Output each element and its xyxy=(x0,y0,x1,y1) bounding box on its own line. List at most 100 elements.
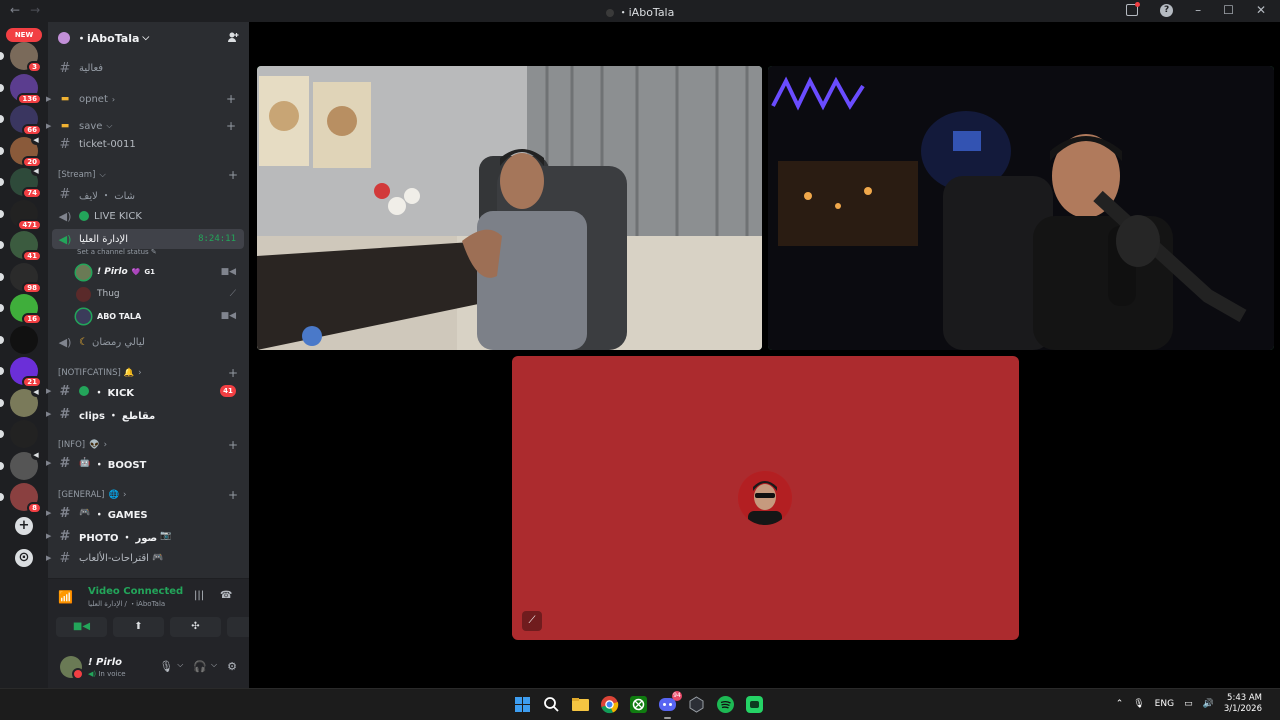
activities-button[interactable]: ✣ xyxy=(170,617,221,637)
guild-header[interactable]: ・iAboTala ⌵ xyxy=(48,22,249,54)
volume-icon[interactable]: 🔊 xyxy=(1203,699,1214,709)
user-name[interactable]: ! Pirlo xyxy=(88,657,122,668)
video-tile-thug[interactable]: ⟋ xyxy=(512,356,1019,640)
search-icon[interactable] xyxy=(541,694,562,715)
xbox-icon[interactable] xyxy=(628,694,649,715)
folder-opnet[interactable]: ▶ ▬ opnet › + xyxy=(46,89,244,109)
add-channel-icon[interactable]: + xyxy=(228,366,238,380)
chevron-down-icon[interactable]: ⌵ xyxy=(211,660,217,673)
folder-save[interactable]: ▶ ▬ save ⌵ + xyxy=(46,116,244,136)
server-8-icon[interactable]: 98 xyxy=(10,262,42,294)
channel-game-suggestions[interactable]: ▶ # اقتراحات-الألعاب 🎮 xyxy=(46,548,244,568)
server-12-icon[interactable]: ◀ xyxy=(10,386,41,417)
server-vexo-icon[interactable]: 471 xyxy=(10,199,42,231)
server-3-icon[interactable]: 66 xyxy=(10,105,42,136)
voice-user-abotala[interactable]: ABO TALA ■◀ xyxy=(76,306,244,326)
add-channel-icon[interactable]: + xyxy=(226,119,236,133)
minimize-button[interactable]: – xyxy=(1195,3,1201,17)
spotify-icon[interactable] xyxy=(715,694,736,715)
channel-live-chat[interactable]: # شات ・ لايف xyxy=(52,184,244,204)
server-1-icon[interactable]: 3 xyxy=(10,42,42,73)
voice-user-thug[interactable]: Thug ⟋ xyxy=(76,284,244,304)
server-14-icon[interactable]: ◀ xyxy=(10,449,41,480)
channel-clips[interactable]: ▶ # clips ・ مقاطع xyxy=(46,404,244,424)
camera-button[interactable]: ■◀ xyxy=(56,617,107,637)
noise-suppression-icon[interactable]: ||| xyxy=(194,590,204,601)
add-channel-icon[interactable]: + xyxy=(228,438,238,452)
microphone-icon[interactable]: 🎙 xyxy=(1133,699,1144,709)
voice-status-title[interactable]: Video Connected xyxy=(88,586,183,597)
screen-share-button[interactable]: ⬆ xyxy=(113,617,164,637)
server-9-icon[interactable]: 16 xyxy=(10,294,42,325)
server-5-icon[interactable]: 74 ◀ xyxy=(10,166,42,199)
discord-icon[interactable]: 94 xyxy=(657,691,682,719)
video-tile-abotala[interactable] xyxy=(768,66,1274,350)
headphones-icon[interactable]: 🎧 xyxy=(193,660,207,673)
input-language[interactable]: ENG xyxy=(1155,699,1174,709)
add-channel-icon[interactable]: + xyxy=(226,92,236,106)
chrome-icon[interactable] xyxy=(599,694,620,715)
channel-voice-admin[interactable]: ◀) الإدارة العليا 8:24:11 xyxy=(52,229,244,249)
nitro-icon: 💜 xyxy=(131,268,141,276)
search-glyph xyxy=(544,697,559,712)
file-explorer-icon[interactable] xyxy=(570,694,591,715)
channel-live-kick[interactable]: ◀) LIVE KICK xyxy=(52,206,244,226)
whatsapp-icon[interactable] xyxy=(744,694,765,715)
category-stream[interactable]: [Stream] ⌵ + xyxy=(58,168,238,182)
inbox-icon[interactable] xyxy=(1126,2,1141,16)
windows-start-icon[interactable] xyxy=(512,694,533,715)
microphone-icon[interactable]: 🎙 xyxy=(159,660,173,673)
add-user-icon[interactable] xyxy=(227,31,239,43)
help-icon[interactable]: ? xyxy=(1160,3,1174,17)
app-cube-icon[interactable] xyxy=(686,694,707,715)
voice-active-icon: ◀ xyxy=(31,166,41,176)
add-channel-icon[interactable]: + xyxy=(228,488,238,502)
channel-events[interactable]: # فعالية xyxy=(52,58,244,78)
video-tile-pirlo[interactable] xyxy=(257,66,762,350)
channel-kick[interactable]: ▶ # ・ KICK 41 xyxy=(46,381,244,401)
server-2-icon[interactable]: 136 xyxy=(10,73,42,105)
network-icon[interactable]: ▭ xyxy=(1184,699,1193,709)
channel-status[interactable]: Set a channel status ✎ xyxy=(77,248,157,256)
server-4-icon[interactable]: 20 ◀ xyxy=(10,134,42,168)
unread-pill xyxy=(0,493,4,501)
gamepad-icon: 🎮 xyxy=(151,553,164,563)
clock[interactable]: 5:43 AM 3/1/2026 xyxy=(1224,693,1262,715)
discover-button[interactable]: ⊙ xyxy=(15,549,33,567)
voice-user-pirlo[interactable]: ! Pirlo 💜 G1 ■◀ xyxy=(76,262,244,282)
category-notifications[interactable]: [NOTIFCATINS] 🔔 › + xyxy=(58,366,238,380)
hash-icon: # xyxy=(59,455,71,471)
unread-pill xyxy=(0,83,4,92)
channel-label: save xyxy=(79,120,103,132)
globe-icon: 🌐 xyxy=(108,490,120,500)
gear-icon[interactable]: ⚙ xyxy=(227,660,237,673)
server-twitch-icon[interactable]: 21 xyxy=(10,357,42,388)
voice-channel-path[interactable]: الإدارة العليا / ・iAboTala xyxy=(88,599,165,609)
chevron-down-icon[interactable]: ⌵ xyxy=(177,660,183,673)
new-badge[interactable]: NEW xyxy=(6,28,42,42)
unread-badge: 136 xyxy=(17,92,42,105)
disconnect-icon[interactable]: ☎ xyxy=(220,590,232,601)
server-13-icon[interactable] xyxy=(10,420,38,448)
maximize-button[interactable]: ☐ xyxy=(1223,3,1234,17)
category-general[interactable]: [GENERAL] 🌐 › + xyxy=(58,488,238,502)
channel-ramadan-nights[interactable]: ◀) ☾ ليالي رمضان xyxy=(52,332,244,352)
server-r-icon[interactable] xyxy=(10,325,38,354)
spotify-glyph xyxy=(717,696,734,713)
category-info[interactable]: [INFO] 👽 › + xyxy=(58,438,238,452)
chevron-up-icon[interactable]: ⌃ xyxy=(1116,699,1124,709)
add-server-button[interactable]: + xyxy=(15,517,33,535)
channel-boost[interactable]: ▶ # 🤖 ・ BOOST xyxy=(46,453,244,473)
server-7-icon[interactable]: 41 xyxy=(10,231,42,262)
hash-icon: # xyxy=(59,505,71,521)
channel-photo[interactable]: ▶ # PHOTO ・ صور 📷 xyxy=(46,526,244,546)
voice-active-icon: ◀ xyxy=(31,386,41,397)
server-15-icon[interactable]: 8 xyxy=(10,483,42,514)
avatar[interactable] xyxy=(60,656,84,680)
caret-right-icon: ▶ xyxy=(46,387,52,395)
add-channel-icon[interactable]: + xyxy=(228,168,238,182)
gamepad-icon: 🎮 xyxy=(79,508,91,518)
channel-games[interactable]: ▶ # 🎮 ・ GAMES xyxy=(46,503,244,523)
close-button[interactable]: ✕ xyxy=(1256,3,1266,17)
channel-ticket[interactable]: # ticket-0011 xyxy=(52,134,244,154)
